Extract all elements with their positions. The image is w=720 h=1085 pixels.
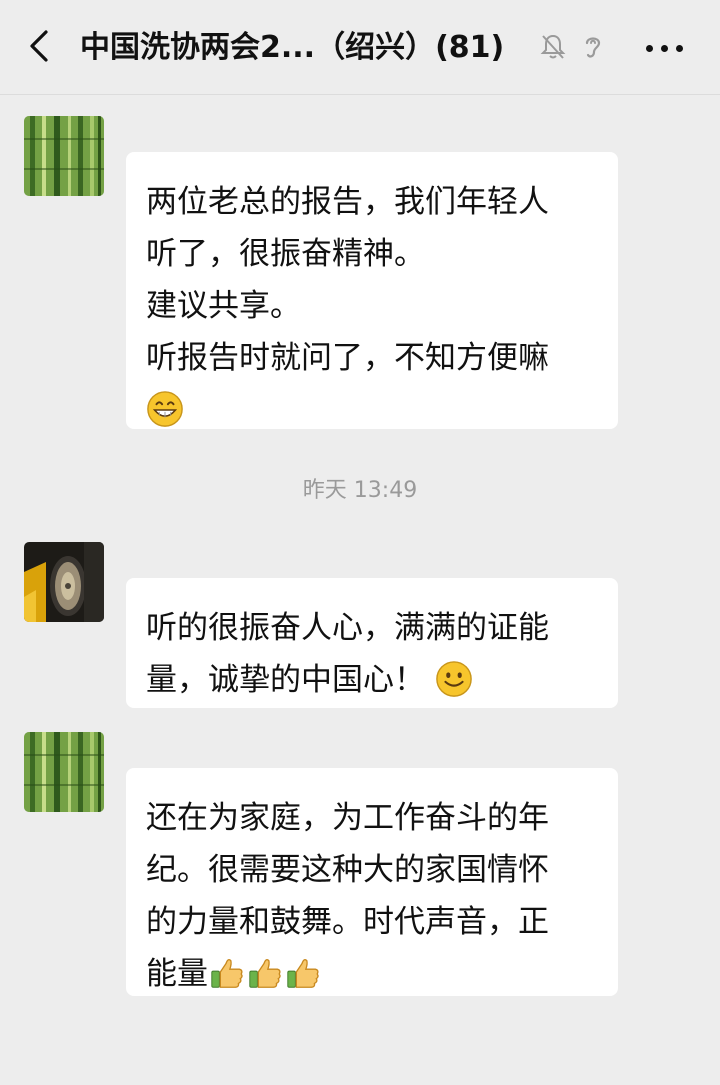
chevron-left-icon	[30, 30, 48, 62]
message-line-with-emoji: 量，诚挚的中国心！	[146, 654, 598, 706]
message-line: 听的很振奋人心，满满的证能	[146, 610, 549, 646]
message-line: 两位老总的报告，我们年轻人	[146, 184, 549, 220]
message-line: 听报告时就问了，不知方便嘛	[146, 340, 549, 376]
ear-icon	[578, 31, 608, 61]
message-line: 纪。很需要这种大的家国情怀	[146, 852, 549, 888]
message-bubble[interactable]: 听的很振奋人心，满满的证能 量，诚挚的中国心！	[126, 578, 618, 708]
avatar-bamboo[interactable]	[24, 732, 104, 812]
chat-header: 中国洗协两会2...（绍兴）(81)	[0, 0, 720, 95]
back-button[interactable]	[22, 24, 62, 68]
message-line: 能量	[146, 956, 208, 992]
message-line: 量，诚挚的中国心！	[146, 662, 425, 698]
thumbs-up-icon	[249, 958, 281, 988]
avatar-bamboo[interactable]	[24, 116, 104, 196]
message-line-with-emoji: 能量	[146, 948, 598, 1000]
chat-title: 中国洗协两会2...（绍兴）(81)	[80, 30, 505, 65]
mute-bell-icon	[538, 31, 568, 61]
message-line: 建议共享。	[146, 288, 301, 324]
thumbs-up-icon	[287, 958, 319, 988]
avatar-car-wheel[interactable]	[24, 542, 104, 622]
dot-icon	[661, 45, 668, 52]
smile-emoji-icon	[436, 660, 472, 697]
message-line: 还在为家庭，为工作奋斗的年	[146, 800, 549, 836]
message-bubble[interactable]: 两位老总的报告，我们年轻人 听了，很振奋精神。 建议共享。 听报告时就问了，不知…	[126, 152, 618, 429]
dot-icon	[646, 45, 653, 52]
message-bubble[interactable]: 还在为家庭，为工作奋斗的年 纪。很需要这种大的家国情怀 的力量和鼓舞。时代声音，…	[126, 768, 618, 996]
thumbs-up-icon	[211, 958, 243, 988]
more-options-button[interactable]	[638, 26, 692, 70]
timestamp: 昨天 13:49	[302, 478, 418, 503]
message-line: 听了，很振奋精神。	[146, 236, 425, 272]
grin-emoji-icon	[147, 390, 183, 427]
message-line: 的力量和鼓舞。时代声音，正	[146, 904, 549, 940]
emoji-line	[146, 384, 598, 436]
dot-icon	[676, 45, 683, 52]
